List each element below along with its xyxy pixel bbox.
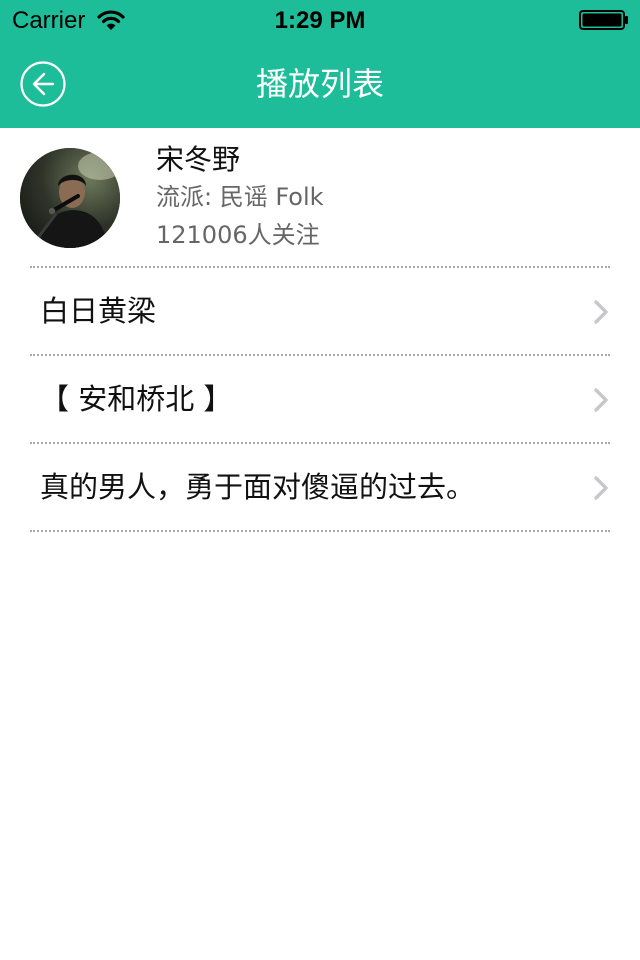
nav-bar: 播放列表 [0,40,640,128]
status-bar: Carrier 1:29 PM [0,0,640,40]
header: Carrier 1:29 PM 播放列表 [0,0,640,128]
chevron-right-icon [594,476,608,500]
battery-icon [579,10,628,30]
playlist-item[interactable]: 白日黄梁 [0,268,640,354]
chevron-right-icon [594,388,608,412]
clock: 1:29 PM [274,7,366,34]
playlist-label: 白日黄梁 [40,294,157,328]
playlist-label: 【 安和桥北 】 [40,382,233,416]
divider [30,530,610,532]
artist-header: 宋冬野 流派: 民谣 Folk 121006人关注 [0,128,640,266]
chevron-right-icon [594,300,608,324]
artist-genre: 流派: 民谣 Folk [156,183,324,211]
artist-followers: 121006人关注 [156,221,320,249]
artist-name: 宋冬野 [156,143,241,176]
playlist-item[interactable]: 真的男人，勇于面对傻逼的过去。 [0,444,640,530]
playlist-item[interactable]: 【 安和桥北 】 [0,356,640,442]
artist-photo [20,148,120,248]
page-title: 播放列表 [255,65,384,103]
artist-avatar [20,148,120,248]
screen: Carrier 1:29 PM 播放列表 宋冬野 流派: 民谣 Folk 121… [0,0,640,960]
playlist-label: 真的男人，勇于面对傻逼的过去。 [40,470,476,504]
